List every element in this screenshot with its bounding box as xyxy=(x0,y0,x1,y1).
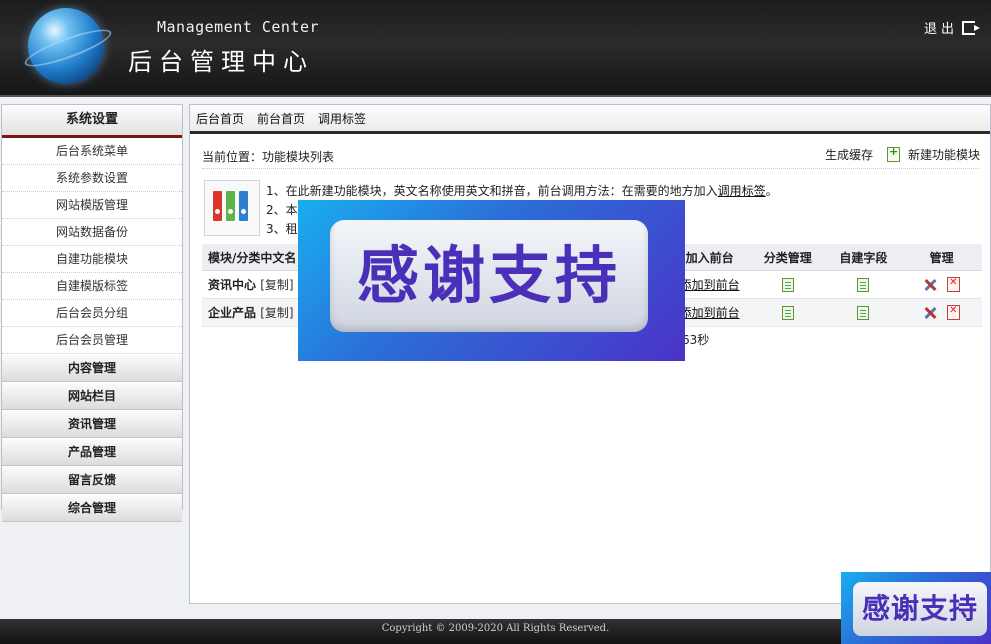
thanks-mini-banner: 感谢支持 xyxy=(841,572,991,644)
tip-line-1: 1、在此新建功能模块，英文名称使用英文和拼音，前台调用方法：在需要的地方加入 xyxy=(266,184,718,198)
top-header: Management Center 后台管理中心 退出 xyxy=(0,0,991,97)
sidebar-item-params[interactable]: 系统参数设置 xyxy=(2,165,182,192)
fields-cell xyxy=(825,270,902,299)
copy-link[interactable]: [复制] xyxy=(260,306,293,320)
sidebar-group-feedback[interactable]: 留言反馈 xyxy=(2,466,182,494)
sidebar-item-menu[interactable]: 后台系统菜单 xyxy=(2,138,182,165)
edit-tools-icon[interactable] xyxy=(923,306,937,320)
custom-fields-icon[interactable] xyxy=(857,277,870,292)
sidebar-title[interactable]: 系统设置 xyxy=(2,105,182,138)
tab-call-tags[interactable]: 调用标签 xyxy=(318,110,366,127)
custom-fields-icon[interactable] xyxy=(857,305,870,320)
thanks-banner-overlay: 感谢支持 xyxy=(298,200,685,361)
col-custom-fields: 自建字段 xyxy=(825,244,902,271)
category-cell xyxy=(749,298,826,327)
delete-icon[interactable] xyxy=(947,277,961,292)
module-name: 企业产品 xyxy=(208,306,257,320)
manage-cell xyxy=(901,270,982,299)
sidebar-item-members[interactable]: 后台会员管理 xyxy=(2,327,182,354)
top-tabs: 后台首页 前台首页 调用标签 xyxy=(190,105,990,134)
logout-button[interactable]: 退出 xyxy=(923,18,980,37)
add-to-front-link[interactable]: 添加到前台 xyxy=(680,306,740,320)
sidebar-group-columns[interactable]: 网站栏目 xyxy=(2,382,182,410)
mini-banner-text: 感谢支持 xyxy=(861,592,978,625)
call-tags-link[interactable]: 调用标签 xyxy=(718,184,766,198)
sidebar: 系统设置 后台系统菜单 系统参数设置 网站模版管理 网站数据备份 自建功能模块 … xyxy=(1,104,183,522)
col-category: 分类管理 xyxy=(749,244,826,271)
category-manage-icon[interactable] xyxy=(781,277,794,292)
sidebar-group-general[interactable]: 综合管理 xyxy=(2,494,182,522)
copy-link[interactable]: [复制] xyxy=(260,278,293,292)
sidebar-group-content[interactable]: 内容管理 xyxy=(2,354,182,382)
category-cell xyxy=(749,270,826,299)
globe-logo-icon xyxy=(28,8,104,84)
brand-chinese-title: 后台管理中心 xyxy=(128,48,314,76)
breadcrumb: 当前位置：功能模块列表 xyxy=(202,150,335,164)
generate-cache-link[interactable]: 生成缓存 xyxy=(825,146,873,163)
category-manage-icon[interactable] xyxy=(781,305,794,320)
manage-cell xyxy=(901,298,982,327)
runtime-text: 63秒 xyxy=(682,333,710,347)
new-document-icon xyxy=(886,145,900,162)
edit-tools-icon[interactable] xyxy=(923,278,937,292)
sidebar-item-custom-modules[interactable]: 自建功能模块 xyxy=(2,246,182,273)
new-module-link[interactable]: 新建功能模块 xyxy=(908,146,980,163)
module-name: 资讯中心 xyxy=(208,278,257,292)
fields-cell xyxy=(825,298,902,327)
location-actions: 生成缓存 新建功能模块 xyxy=(825,145,980,163)
sidebar-item-member-groups[interactable]: 后台会员分组 xyxy=(2,300,182,327)
logout-label: 退出 xyxy=(923,22,958,37)
sidebar-item-backup[interactable]: 网站数据备份 xyxy=(2,219,182,246)
banner-plate: 感谢支持 xyxy=(330,220,648,332)
logout-icon xyxy=(962,20,980,35)
location-bar: 当前位置：功能模块列表 生成缓存 新建功能模块 xyxy=(202,142,980,169)
sidebar-group-products[interactable]: 产品管理 xyxy=(2,438,182,466)
mini-banner-plate: 感谢支持 xyxy=(853,582,987,636)
banner-text: 感谢支持 xyxy=(356,239,621,312)
tab-front-home[interactable]: 前台首页 xyxy=(257,110,305,127)
sidebar-item-custom-tags[interactable]: 自建模版标签 xyxy=(2,273,182,300)
delete-icon[interactable] xyxy=(947,305,961,320)
add-to-front-link[interactable]: 添加到前台 xyxy=(680,278,740,292)
tip-line-1-suffix: 。 xyxy=(765,184,778,198)
col-manage: 管理 xyxy=(901,244,982,271)
sidebar-item-templates[interactable]: 网站模版管理 xyxy=(2,192,182,219)
tab-admin-home[interactable]: 后台首页 xyxy=(196,110,244,127)
binders-icon xyxy=(204,180,260,236)
brand-english-title: Management Center xyxy=(157,18,320,36)
sidebar-group-news[interactable]: 资讯管理 xyxy=(2,410,182,438)
